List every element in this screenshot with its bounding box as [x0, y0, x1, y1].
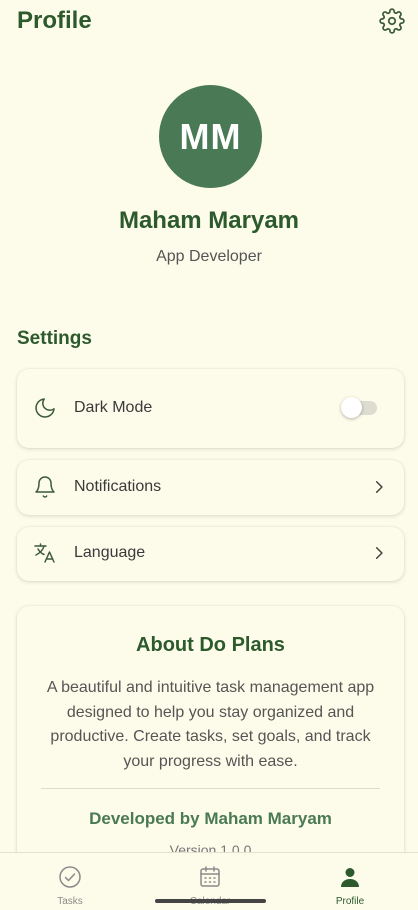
setting-dark-mode[interactable]: Dark Mode [17, 369, 404, 448]
person-icon [341, 868, 359, 887]
developer-credit: Developed by Maham Maryam [89, 809, 332, 828]
chevron-right-icon [375, 480, 383, 494]
setting-label: Dark Mode [74, 399, 153, 416]
about-title: About Do Plans [136, 634, 285, 656]
avatar-initials: MM [179, 115, 242, 157]
user-name: Maham Maryam [118, 207, 300, 234]
bell-icon [35, 476, 55, 498]
page-title: Profile [17, 7, 92, 34]
nav-label: Profile [335, 896, 365, 907]
setting-label: Notifications [74, 478, 162, 495]
divider [41, 788, 380, 789]
chevron-right-icon [375, 546, 383, 560]
setting-language[interactable]: Language [17, 527, 404, 581]
about-description: A beautiful and intuitive task managemen… [46, 679, 375, 770]
nav-item-profile[interactable]: Profile [290, 853, 410, 910]
avatar: MM [159, 85, 262, 188]
calendar-icon [200, 866, 220, 887]
check-circle-icon [59, 866, 81, 888]
gear-icon[interactable] [379, 8, 405, 34]
setting-label: Language [74, 544, 146, 561]
settings-section-title: Settings [17, 328, 92, 349]
user-role: App Developer [156, 248, 262, 265]
setting-notifications[interactable]: Notifications [17, 460, 404, 515]
dark-mode-toggle[interactable] [341, 397, 377, 418]
translate-icon [34, 543, 55, 563]
moon-icon [35, 398, 55, 418]
home-indicator [155, 899, 266, 903]
nav-label: Tasks [57, 896, 83, 907]
nav-item-tasks[interactable]: Tasks [10, 853, 130, 910]
header: Profile [0, 0, 418, 44]
toggle-knob [341, 397, 362, 418]
